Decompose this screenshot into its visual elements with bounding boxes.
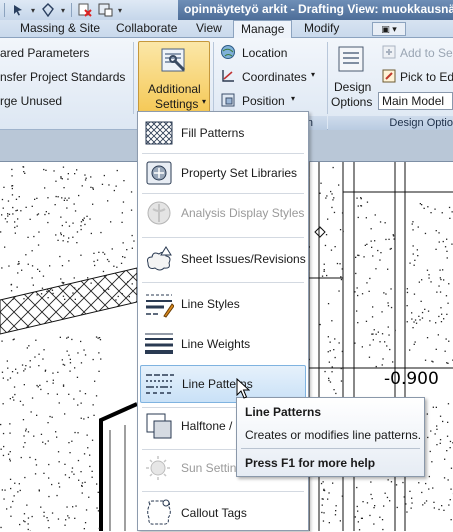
shared-parameters-button[interactable]: ared Parameters — [0, 46, 89, 60]
menu-item-label: Analysis Display Styles — [181, 206, 304, 220]
tooltip-description: Creates or modifies line patterns. — [245, 428, 421, 442]
menu-item-line-styles[interactable]: Line Styles — [140, 285, 306, 323]
title-bar: ▾ ▾ ▾ opinnäytetyö arkit - Drafting View… — [0, 0, 453, 20]
purge-unused-button[interactable]: rge Unused — [0, 94, 62, 108]
line-patterns-icon — [144, 369, 176, 399]
menu-item-label: Sun Setting — [181, 461, 243, 475]
quick-access-toolbar: ▾ ▾ ▾ — [0, 0, 124, 20]
additional-settings-icon — [159, 46, 189, 74]
qat-separator — [71, 3, 72, 17]
mouse-cursor-icon — [236, 378, 250, 400]
additional-settings-button[interactable]: Additional Settings ▾ — [138, 41, 210, 113]
tooltip-help: Press F1 for more help — [245, 456, 375, 470]
property-set-icon — [143, 158, 175, 188]
window-title: opinnäytetyö arkit - Drafting View: muok… — [178, 0, 453, 20]
tab-collaborate[interactable]: Collaborate — [116, 20, 177, 38]
tab-manage[interactable]: Manage — [233, 20, 292, 39]
panel-label-design-options: Design Optio — [328, 116, 453, 130]
design-options-label-2[interactable]: Options — [331, 95, 372, 109]
menu-item-callout-tags[interactable]: Callout Tags — [140, 494, 306, 532]
pin-icon[interactable] — [39, 2, 57, 18]
delete-icon[interactable] — [76, 2, 94, 18]
position-button[interactable]: Position — [242, 94, 285, 108]
transfer-project-standards-button[interactable]: nsfer Project Standards — [0, 70, 125, 84]
menu-item-sheet-issues-revisions[interactable]: Sheet Issues/Revisions — [140, 240, 306, 278]
location-button[interactable]: Location — [242, 46, 287, 60]
qat-separator — [4, 3, 5, 17]
tab-overflow-button[interactable]: ▣ ▾ — [372, 22, 406, 36]
coordinates-icon — [220, 68, 236, 84]
tab-view[interactable]: View — [196, 20, 222, 38]
ribbon-separator — [133, 42, 134, 114]
menu-separator — [142, 491, 304, 492]
sun-settings-icon — [143, 453, 175, 483]
menu-item-label: Callout Tags — [181, 506, 247, 520]
fill-patterns-icon — [143, 118, 175, 148]
menu-item-line-weights[interactable]: Line Weights — [140, 325, 306, 363]
menu-item-fill-patterns[interactable]: Fill Patterns — [140, 114, 306, 152]
elevation-label: -0.900 — [384, 369, 439, 389]
line-styles-icon — [143, 289, 175, 319]
ribbon-tab-bar: Massing & Site Collaborate View Manage M… — [0, 20, 453, 38]
pick-to-edit-button[interactable]: Pick to Ed — [400, 70, 453, 84]
analysis-display-icon — [143, 198, 175, 228]
additional-settings-label-1: Additional — [148, 82, 201, 96]
chevron-down-icon[interactable]: ▾ — [311, 70, 315, 79]
design-options-label-1[interactable]: Design — [334, 80, 371, 94]
coordinates-button[interactable]: Coordinates — [242, 70, 307, 84]
menu-item-label: Line Styles — [181, 297, 240, 311]
menu-separator — [142, 237, 304, 238]
add-to-set-button[interactable]: Add to Se — [400, 46, 453, 60]
sync-icon[interactable] — [96, 2, 114, 18]
add-to-set-icon — [381, 44, 397, 60]
tooltip: Line Patterns Creates or modifies line p… — [236, 397, 425, 477]
sheet-issues-icon — [143, 244, 175, 274]
halftone-icon — [143, 411, 175, 441]
pick-to-edit-icon — [381, 68, 397, 84]
menu-separator — [142, 282, 304, 283]
chevron-down-icon[interactable]: ▾ — [29, 2, 37, 18]
ribbon-separator — [213, 42, 214, 114]
chevron-down-icon[interactable]: ▾ — [291, 94, 295, 103]
location-icon — [220, 44, 236, 60]
chevron-down-icon: ▾ — [202, 97, 206, 106]
design-options-icon — [336, 44, 366, 74]
tooltip-title: Line Patterns — [245, 405, 321, 419]
additional-settings-label-2: Settings — [155, 97, 198, 111]
chevron-down-icon[interactable]: ▾ — [59, 2, 67, 18]
callout-tags-icon — [143, 498, 175, 528]
arrow-icon[interactable] — [9, 2, 27, 18]
line-weights-icon — [143, 329, 175, 359]
menu-item-property-set-libraries[interactable]: Property Set Libraries — [140, 154, 306, 192]
menu-item-analysis-display-styles[interactable]: Analysis Display Styles — [140, 194, 306, 232]
menu-item-label: Halftone / — [181, 419, 232, 433]
chevron-down-icon[interactable]: ▾ — [116, 2, 124, 18]
menu-item-label: Sheet Issues/Revisions — [181, 252, 306, 266]
tab-massing-site[interactable]: Massing & Site — [20, 20, 100, 38]
ribbon-separator — [327, 42, 328, 114]
tooltip-separator — [241, 448, 420, 449]
menu-item-label: Fill Patterns — [181, 126, 244, 140]
main-model-select[interactable]: Main Model — [378, 92, 453, 110]
menu-item-label: Line Weights — [181, 337, 250, 351]
menu-item-label: Property Set Libraries — [181, 166, 297, 180]
tab-modify[interactable]: Modify — [304, 20, 339, 38]
position-icon — [220, 92, 236, 108]
